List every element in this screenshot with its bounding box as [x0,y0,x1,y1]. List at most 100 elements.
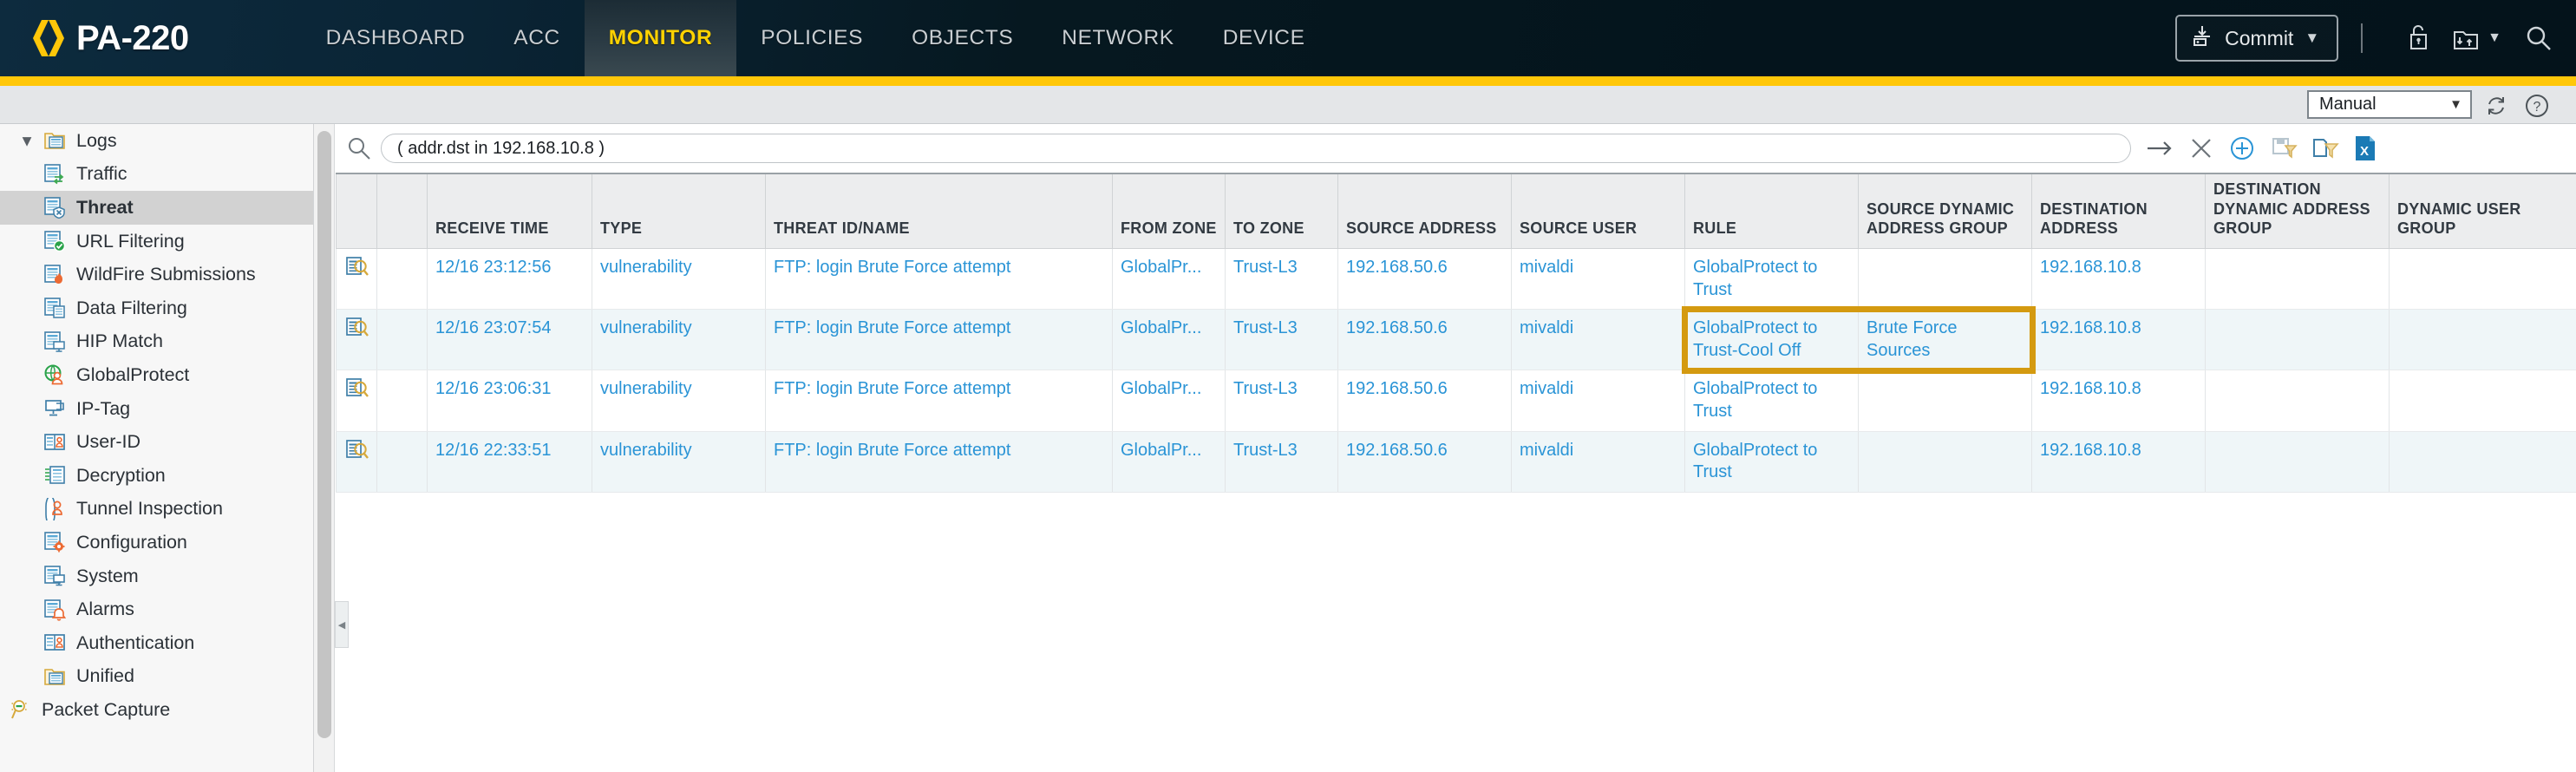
sidebar-item-threat[interactable]: Threat [0,191,313,225]
cell-dynamic-user-group[interactable] [2390,249,2576,310]
tab-device[interactable]: DEVICE [1199,0,1330,76]
cell-dynamic-user-group[interactable] [2390,431,2576,492]
sidebar-item-unified[interactable]: Unified [0,660,313,694]
table-row[interactable]: 12/16 23:06:31vulnerabilityFTP: login Br… [337,370,2576,431]
cell-source-address[interactable]: 192.168.50.6 [1338,310,1512,370]
cell-threat-id-name[interactable]: FTP: login Brute Force attempt [766,310,1113,370]
cell-rule[interactable]: GlobalProtect to Trust [1685,370,1859,431]
open-filter-icon[interactable] [2311,134,2339,162]
log-detail-icon[interactable] [337,370,377,431]
cell-destination-dynamic-address-group[interactable] [2206,249,2390,310]
cell-source-user[interactable]: mivaldi [1512,249,1685,310]
sidebar-item-globalprotect[interactable]: GlobalProtect [0,358,313,392]
cell-to-zone[interactable]: Trust-L3 [1226,310,1338,370]
sidebar-item-user-id[interactable]: User-ID [0,425,313,459]
refresh-interval-select[interactable]: Manual ▼ [2307,90,2472,119]
col-rule[interactable]: RULE [1685,173,1859,249]
help-question-icon[interactable]: ? [2524,93,2550,123]
cell-to-zone[interactable]: Trust-L3 [1226,431,1338,492]
sidebar-item-tunnel-inspection[interactable]: Tunnel Inspection [0,493,313,527]
col-dynamic-user-group[interactable]: DYNAMIC USER GROUP [2390,173,2576,249]
col-receive-time[interactable]: RECEIVE TIME [428,173,592,249]
col-destination-address[interactable]: DESTINATION ADDRESS [2032,173,2206,249]
col-source-user[interactable]: SOURCE USER [1512,173,1685,249]
log-detail-icon[interactable] [337,249,377,310]
cell-source-dynamic-address-group[interactable] [1859,370,2032,431]
log-detail-icon[interactable] [337,310,377,370]
commit-button[interactable]: Commit ▼ [2175,15,2338,62]
cell-source-user[interactable]: mivaldi [1512,310,1685,370]
col-from-zone[interactable]: FROM ZONE [1113,173,1226,249]
cell-destination-dynamic-address-group[interactable] [2206,431,2390,492]
col-threat-id-name[interactable]: THREAT ID/NAME [766,173,1113,249]
cell-from-zone[interactable]: GlobalPr... [1113,249,1226,310]
cell-from-zone[interactable]: GlobalPr... [1113,310,1226,370]
cell-type[interactable]: vulnerability [592,370,766,431]
sidebar-item-ip-tag[interactable]: IP-Tag [0,392,313,426]
sidebar-item-traffic[interactable]: Traffic [0,158,313,192]
save-filter-icon[interactable] [2270,134,2298,162]
tab-dashboard[interactable]: DASHBOARD [302,0,490,76]
cell-source-address[interactable]: 192.168.50.6 [1338,249,1512,310]
cell-to-zone[interactable]: Trust-L3 [1226,249,1338,310]
log-detail-icon[interactable] [337,431,377,492]
cell-receive-time[interactable]: 12/16 23:06:31 [428,370,592,431]
sidebar-item-url-filtering[interactable]: URL Filtering [0,225,313,258]
cell-rule[interactable]: GlobalProtect to Trust [1685,431,1859,492]
cell-destination-dynamic-address-group[interactable] [2206,370,2390,431]
cell-receive-time[interactable]: 12/16 23:07:54 [428,310,592,370]
cell-source-address[interactable]: 192.168.50.6 [1338,431,1512,492]
cell-source-address[interactable]: 192.168.50.6 [1338,370,1512,431]
unlock-config-icon[interactable] [2404,23,2432,53]
row-select-cell[interactable] [377,249,428,310]
tab-policies[interactable]: POLICIES [736,0,887,76]
col-type[interactable]: TYPE [592,173,766,249]
cell-threat-id-name[interactable]: FTP: login Brute Force attempt [766,249,1113,310]
col-detail[interactable] [337,173,377,249]
filter-query-input[interactable] [381,134,2131,163]
cell-rule[interactable]: GlobalProtect to Trust [1685,249,1859,310]
row-select-cell[interactable] [377,370,428,431]
cell-source-dynamic-address-group[interactable]: Brute Force Sources [1859,310,2032,370]
cell-destination-address[interactable]: 192.168.10.8 [2032,370,2206,431]
cell-threat-id-name[interactable]: FTP: login Brute Force attempt [766,370,1113,431]
tab-monitor[interactable]: MONITOR [585,0,736,76]
row-select-cell[interactable] [377,310,428,370]
sidebar-item-data-filtering[interactable]: Data Filtering [0,291,313,325]
cell-dynamic-user-group[interactable] [2390,310,2576,370]
clear-filter-icon[interactable] [2188,135,2214,161]
col-source-dynamic-address-group[interactable]: SOURCE DYNAMIC ADDRESS GROUP [1859,173,2032,249]
cell-from-zone[interactable]: GlobalPr... [1113,370,1226,431]
logs-sidebar[interactable]: ▾LogsTrafficThreatURL FilteringWildFire … [0,124,314,772]
sidebar-item-hip-match[interactable]: HIP Match [0,325,313,359]
cell-threat-id-name[interactable]: FTP: login Brute Force attempt [766,431,1113,492]
sidebar-scrollbar[interactable] [314,124,335,772]
arrow-right-apply-filter-icon[interactable] [2145,135,2174,161]
cell-dynamic-user-group[interactable] [2390,370,2576,431]
tab-network[interactable]: NETWORK [1037,0,1198,76]
tab-acc[interactable]: ACC [489,0,585,76]
sidebar-item-alarms[interactable]: Alarms [0,592,313,626]
sidebar-scrollbar-thumb[interactable] [317,131,331,738]
cell-receive-time[interactable]: 12/16 23:12:56 [428,249,592,310]
table-row[interactable]: 12/16 22:33:51vulnerabilityFTP: login Br… [337,431,2576,492]
sidebar-item-configuration[interactable]: Configuration [0,526,313,559]
export-excel-icon[interactable]: X [2353,134,2377,162]
cell-destination-address[interactable]: 192.168.10.8 [2032,249,2206,310]
cell-type[interactable]: vulnerability [592,249,766,310]
sidebar-item-decryption[interactable]: Decryption [0,459,313,493]
col-select[interactable] [377,173,428,249]
table-row[interactable]: 12/16 23:07:54vulnerabilityFTP: login Br… [337,310,2576,370]
sidebar-item-packet-capture[interactable]: Packet Capture [0,693,313,727]
sidebar-item-system[interactable]: System [0,559,313,593]
config-transfer-icon[interactable]: ▼ [2451,23,2501,53]
cell-receive-time[interactable]: 12/16 22:33:51 [428,431,592,492]
sidebar-collapse-handle[interactable]: ◀ [335,601,349,648]
cell-source-user[interactable]: mivaldi [1512,431,1685,492]
cell-to-zone[interactable]: Trust-L3 [1226,370,1338,431]
sidebar-item-logs[interactable]: ▾Logs [0,124,313,158]
cell-destination-address[interactable]: 192.168.10.8 [2032,310,2206,370]
col-source-address[interactable]: SOURCE ADDRESS [1338,173,1512,249]
table-row[interactable]: 12/16 23:12:56vulnerabilityFTP: login Br… [337,249,2576,310]
tab-objects[interactable]: OBJECTS [887,0,1037,76]
